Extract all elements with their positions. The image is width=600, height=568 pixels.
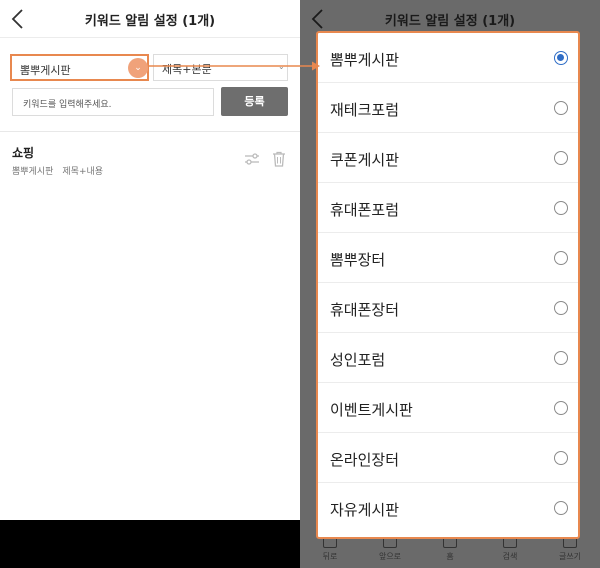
keyword-input[interactable]: 키워드를 입력해주세요. xyxy=(12,88,214,116)
nav-label: 홈 xyxy=(446,552,454,561)
board-option[interactable]: 뽐뿌장터 xyxy=(318,233,578,283)
bottom-bar xyxy=(0,520,300,568)
app-header: 키워드 알림 설정 (1개) xyxy=(0,0,300,38)
board-option-label: 온라인장터 xyxy=(330,451,400,469)
board-select-value: 뽐뿌게시판 xyxy=(20,64,71,77)
board-option-label: 휴대폰장터 xyxy=(330,301,400,319)
board-option[interactable]: 온라인장터 xyxy=(318,433,578,483)
radio-icon[interactable] xyxy=(554,401,568,415)
keyword-settings-screen: 키워드 알림 설정 (1개) 뽐뿌게시판 ⌄ 제목+본문 ⌄ 키워드를 입력해주… xyxy=(0,0,300,568)
keyword-meta: 뽐뿌게시판 제목+내용 xyxy=(12,164,103,177)
radio-icon[interactable] xyxy=(554,351,568,365)
nav-label: 앞으로 xyxy=(378,552,402,561)
nav-label: 검색 xyxy=(502,552,518,561)
keyword-board: 뽐뿌게시판 xyxy=(12,167,54,177)
divider xyxy=(0,131,300,132)
annotation-arrow xyxy=(148,61,320,71)
nav-search[interactable]: 검색 xyxy=(480,536,540,562)
chevron-down-icon[interactable]: ⌄ xyxy=(128,58,148,78)
dimmed-page-title: 키워드 알림 설정 (1개) xyxy=(384,14,516,29)
board-picker-dialog: 뽐뿌게시판 재테크포럼 쿠폰게시판 휴대폰포럼 뽐뿌장터 휴대폰장터 성인포럼 … xyxy=(316,31,580,539)
radio-selected-icon[interactable] xyxy=(554,51,568,65)
board-option-label: 성인포럼 xyxy=(330,351,386,369)
nav-forward[interactable]: 앞으로 xyxy=(360,536,420,562)
board-option-label: 이벤트게시판 xyxy=(330,401,413,419)
nav-back[interactable]: 뒤로 xyxy=(300,536,360,562)
radio-icon[interactable] xyxy=(554,501,568,515)
keyword-scope: 제목+내용 xyxy=(62,167,104,177)
nav-label: 글쓰기 xyxy=(558,552,582,561)
register-button[interactable]: 등록 xyxy=(221,87,288,116)
nav-label: 뒤로 xyxy=(322,552,338,561)
radio-icon[interactable] xyxy=(554,451,568,465)
nav-home[interactable]: 홈 xyxy=(420,536,480,562)
radio-icon[interactable] xyxy=(554,151,568,165)
board-option[interactable]: 휴대폰장터 xyxy=(318,283,578,333)
board-option-label: 재테크포럼 xyxy=(330,101,400,119)
board-select[interactable]: 뽐뿌게시판 ⌄ xyxy=(10,54,149,81)
board-option-label: 뽐뿌장터 xyxy=(330,251,386,269)
radio-icon[interactable] xyxy=(554,201,568,215)
board-option-label: 쿠폰게시판 xyxy=(330,151,400,169)
radio-icon[interactable] xyxy=(554,251,568,265)
board-option[interactable]: 자유게시판 xyxy=(318,483,578,533)
radio-icon[interactable] xyxy=(554,101,568,115)
page-title: 키워드 알림 설정 (1개) xyxy=(84,14,216,29)
board-option-label: 휴대폰포럼 xyxy=(330,201,400,219)
board-option[interactable]: 쿠폰게시판 xyxy=(318,133,578,183)
board-option[interactable]: 뽐뿌게시판 xyxy=(318,33,578,83)
board-option-label: 뽐뿌게시판 xyxy=(330,51,400,69)
settings-sliders-icon[interactable] xyxy=(244,152,260,166)
board-option[interactable]: 재테크포럼 xyxy=(318,83,578,133)
radio-icon[interactable] xyxy=(554,301,568,315)
board-option[interactable]: 성인포럼 xyxy=(318,333,578,383)
board-option[interactable]: 이벤트게시판 xyxy=(318,383,578,433)
board-option-label: 자유게시판 xyxy=(330,501,400,519)
keyword-name: 쇼핑 xyxy=(12,146,35,160)
board-option[interactable]: 휴대폰포럼 xyxy=(318,183,578,233)
trash-icon[interactable] xyxy=(272,151,286,167)
nav-write[interactable]: 글쓰기 xyxy=(540,536,600,562)
